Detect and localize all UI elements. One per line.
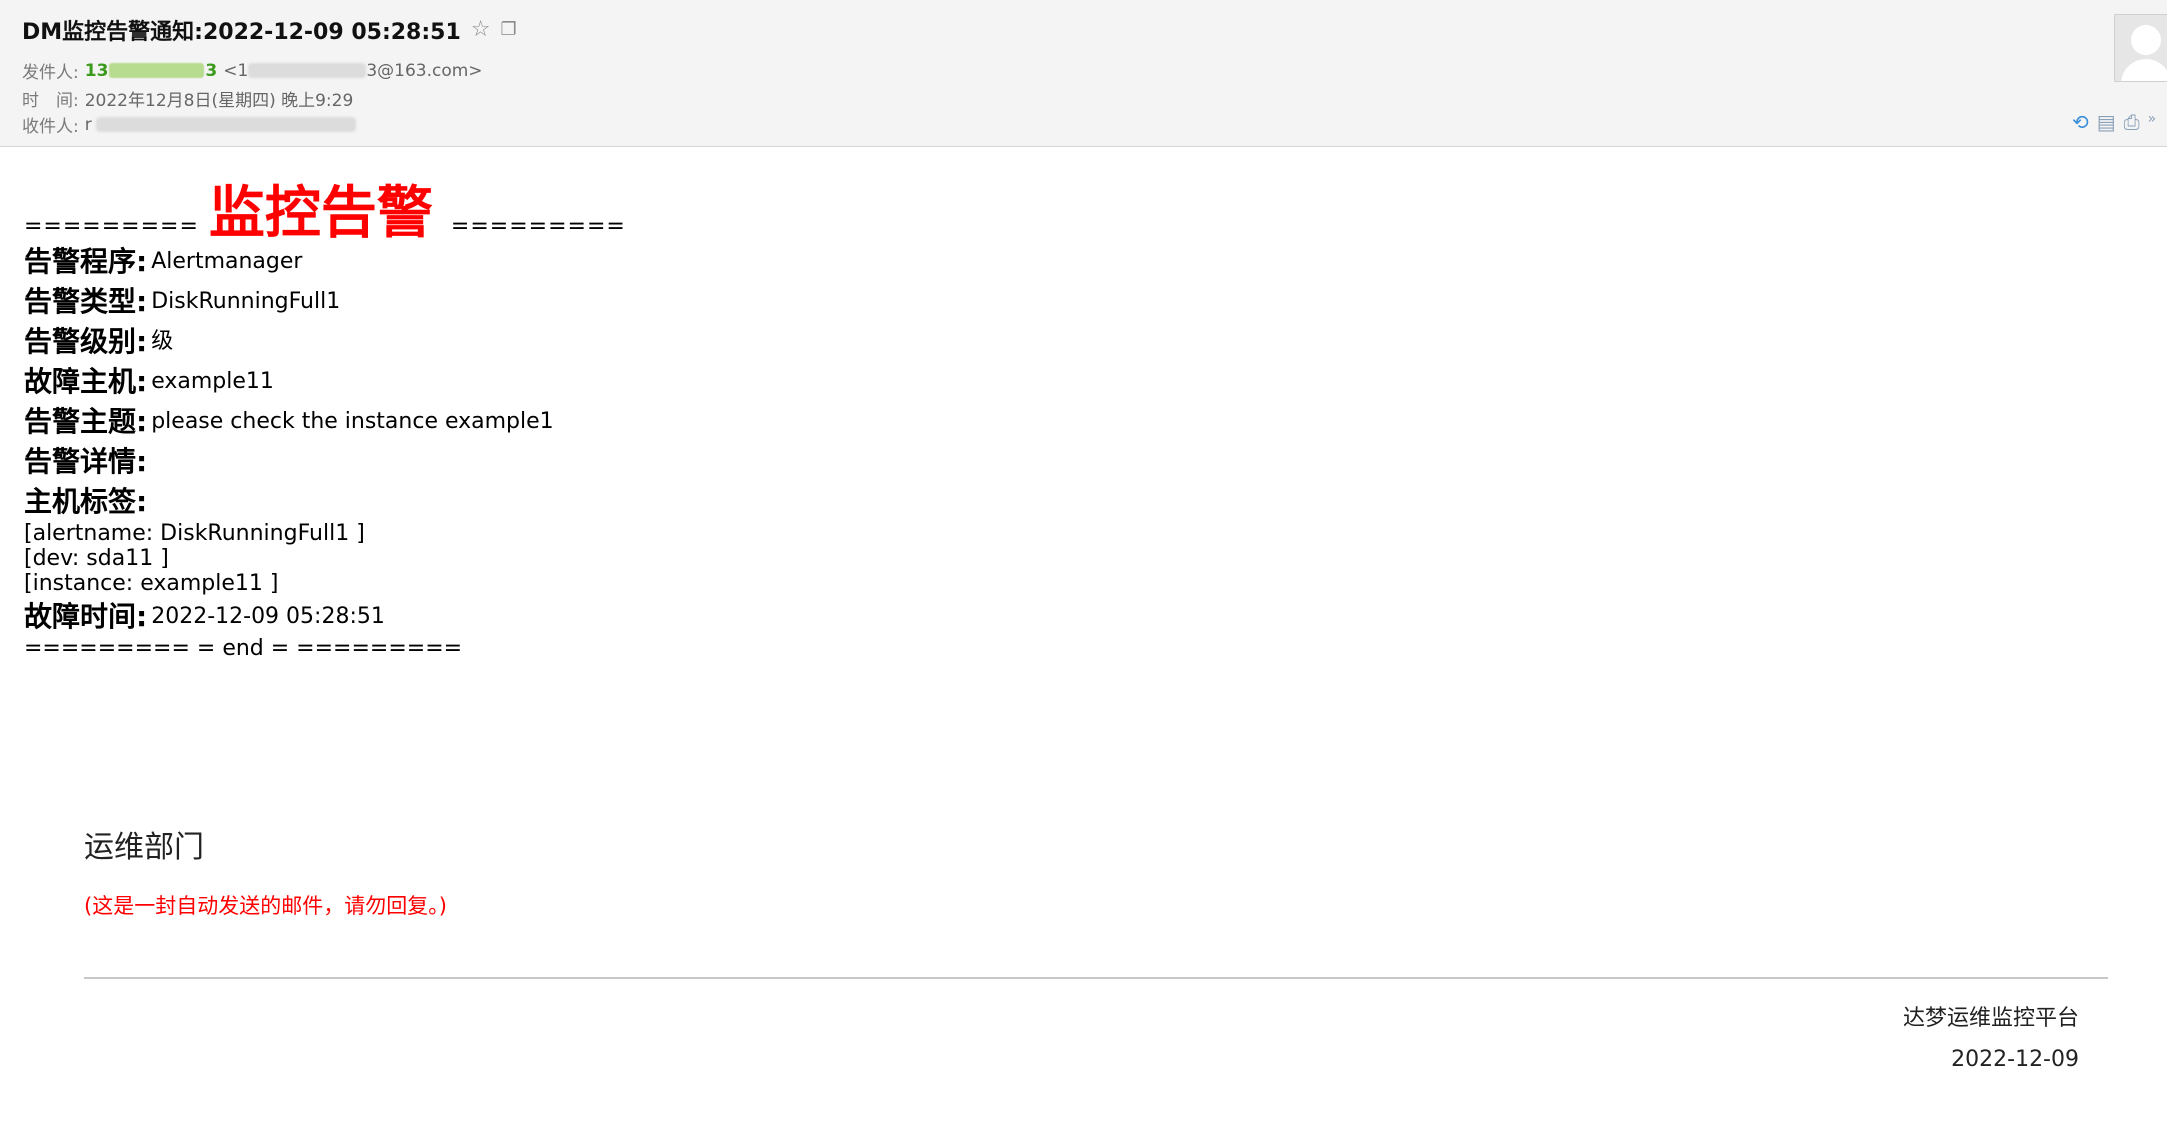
- avatar-head: [2131, 25, 2161, 55]
- field-host: 故障主机: example11: [24, 362, 626, 402]
- tag-line: [instance: example11 ]: [24, 571, 279, 597]
- tag-line: [alertname: DiskRunningFull1 ]: [24, 521, 365, 547]
- field-level: 告警级别: 级: [24, 322, 626, 362]
- field-value: please check the instance example1: [151, 408, 554, 434]
- field-label: 故障主机:: [24, 364, 148, 398]
- sender-row: 发件人: 13 3 <1 3@163.com>: [22, 58, 483, 84]
- field-value: example11: [151, 368, 274, 394]
- fault-time-label: 故障时间:: [24, 599, 148, 633]
- alert-title: 监控告警: [208, 181, 433, 246]
- field-value: Alertmanager: [151, 248, 303, 274]
- field-program: 告警程序: Alertmanager: [24, 242, 626, 282]
- field-fault-time: 故障时间: 2022-12-09 05:28:51: [24, 597, 626, 637]
- tag-line: [dev: sda11 ]: [24, 546, 169, 572]
- time-label: 时 间:: [22, 91, 79, 111]
- note-icon[interactable]: ▤: [2097, 112, 2116, 132]
- field-label: 告警类型:: [24, 284, 148, 318]
- redacted-recipient: [95, 117, 356, 132]
- auto-mail-notice: (这是一封自动发送的邮件，请勿回复。): [84, 894, 447, 918]
- recipient-label: 收件人:: [22, 117, 79, 137]
- mail-subject: DM监控告警通知:2022-12-09 05:28:51: [22, 20, 461, 45]
- redacted-sender-email: [248, 63, 367, 78]
- sender-name-end[interactable]: 3: [205, 61, 217, 81]
- field-value: DiskRunningFull1: [151, 288, 341, 314]
- popout-icon[interactable]: ❐: [501, 21, 517, 39]
- field-label: 主机标签:: [24, 484, 148, 518]
- field-label: 告警详情:: [24, 444, 148, 478]
- subject-row: DM监控告警通知:2022-12-09 05:28:51 ☆ ❐: [22, 14, 517, 46]
- field-label: 告警主题:: [24, 404, 148, 438]
- sender-email-suffix: 3@163.com>: [366, 60, 483, 81]
- title-right-rule: =========: [450, 214, 626, 240]
- reply-icon[interactable]: ⟲: [2072, 112, 2089, 132]
- department-signature: 运维部门: [84, 830, 204, 865]
- field-label: 告警级别:: [24, 324, 148, 358]
- time-row: 时 间: 2022年12月8日(星期四) 晚上9:29: [22, 86, 353, 111]
- footer-divider: [84, 977, 2108, 979]
- title-left-rule: =========: [24, 214, 199, 240]
- mail-toolbar: ⟲ ▤ ⎙ »: [2072, 112, 2156, 132]
- time-value: 2022年12月8日(星期四) 晚上9:29: [84, 91, 354, 111]
- more-icon[interactable]: »: [2148, 112, 2157, 132]
- mail-body: ========= 监控告警 ========= 告警程序: Alertmana…: [24, 172, 626, 662]
- sender-name-start[interactable]: 13: [85, 61, 109, 81]
- avatar-body: [2121, 59, 2167, 81]
- footer-date: 2022-12-09: [1951, 1047, 2079, 1072]
- field-subject: 告警主题: please check the instance example1: [24, 402, 626, 442]
- field-value: 级: [151, 328, 174, 354]
- print-icon[interactable]: ⎙: [2124, 112, 2140, 132]
- platform-name: 达梦运维监控平台: [1902, 1006, 2079, 1031]
- fault-time-value: 2022-12-09 05:28:51: [151, 603, 385, 629]
- field-type: 告警类型: DiskRunningFull1: [24, 282, 626, 322]
- field-details: 告警详情:: [24, 442, 626, 482]
- recipient-row: 收件人: r: [22, 112, 356, 137]
- field-host-tags: 主机标签:: [24, 482, 626, 522]
- sender-email-prefix: <1: [223, 60, 249, 81]
- sender-label: 发件人:: [22, 63, 79, 83]
- end-line: ========= = end = =========: [24, 636, 463, 662]
- alert-title-line: ========= 监控告警 =========: [24, 172, 626, 242]
- field-label: 告警程序:: [24, 244, 148, 278]
- mail-header: DM监控告警通知:2022-12-09 05:28:51 ☆ ❐ 发件人: 13…: [0, 0, 2167, 147]
- redacted-sender-name: [109, 63, 205, 78]
- avatar[interactable]: [2114, 14, 2167, 82]
- star-icon[interactable]: ☆: [471, 19, 491, 41]
- recipient-start[interactable]: r: [85, 115, 92, 135]
